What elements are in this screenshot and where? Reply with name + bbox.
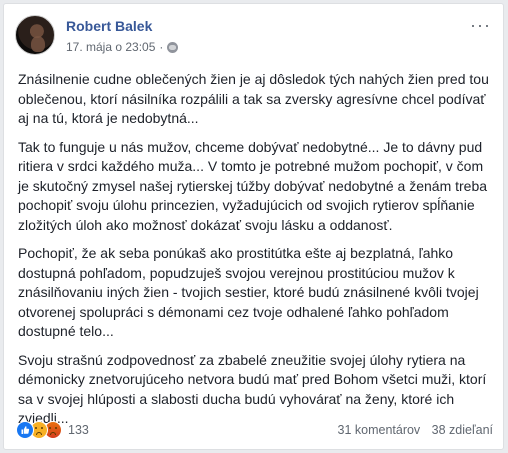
more-options-icon[interactable]: ··· [470,16,491,34]
shares-count-link[interactable]: 38 zdieľaní [432,423,493,437]
post-paragraph: Svoju strašnú zodpovednosť za zbabelé zn… [18,351,487,427]
post-card: Robert Balek 17. mája o 23:05 · ··· Znás… [3,3,504,450]
author-name[interactable]: Robert Balek [66,18,152,34]
like-reaction-icon [16,421,34,439]
avatar[interactable] [15,15,55,55]
post-meta: 17. mája o 23:05 · [66,40,179,54]
reactions-summary[interactable]: 133 [16,421,89,439]
reaction-count: 133 [68,423,89,437]
post-paragraph: Znásilnenie cudne oblečených žien je aj … [18,71,489,126]
post-paragraph: Tak to funguje u nás mužov, chceme dobýv… [18,138,488,233]
post-footer: 133 31 komentárov 38 zdieľaní [16,420,493,440]
globe-icon [167,41,179,53]
post-body: Znásilnenie cudne oblečených žien je aj … [18,70,496,438]
post-timestamp[interactable]: 17. mája o 23:05 [66,40,155,54]
post-header: Robert Balek 17. mája o 23:05 · ··· [15,15,493,61]
meta-separator: · [159,40,164,54]
post-stats: 31 komentárov 38 zdieľaní [330,423,494,437]
comments-count-link[interactable]: 31 komentárov [338,423,421,437]
post-paragraph: Pochopiť, že ak seba ponúkaš ako prostit… [18,245,479,339]
